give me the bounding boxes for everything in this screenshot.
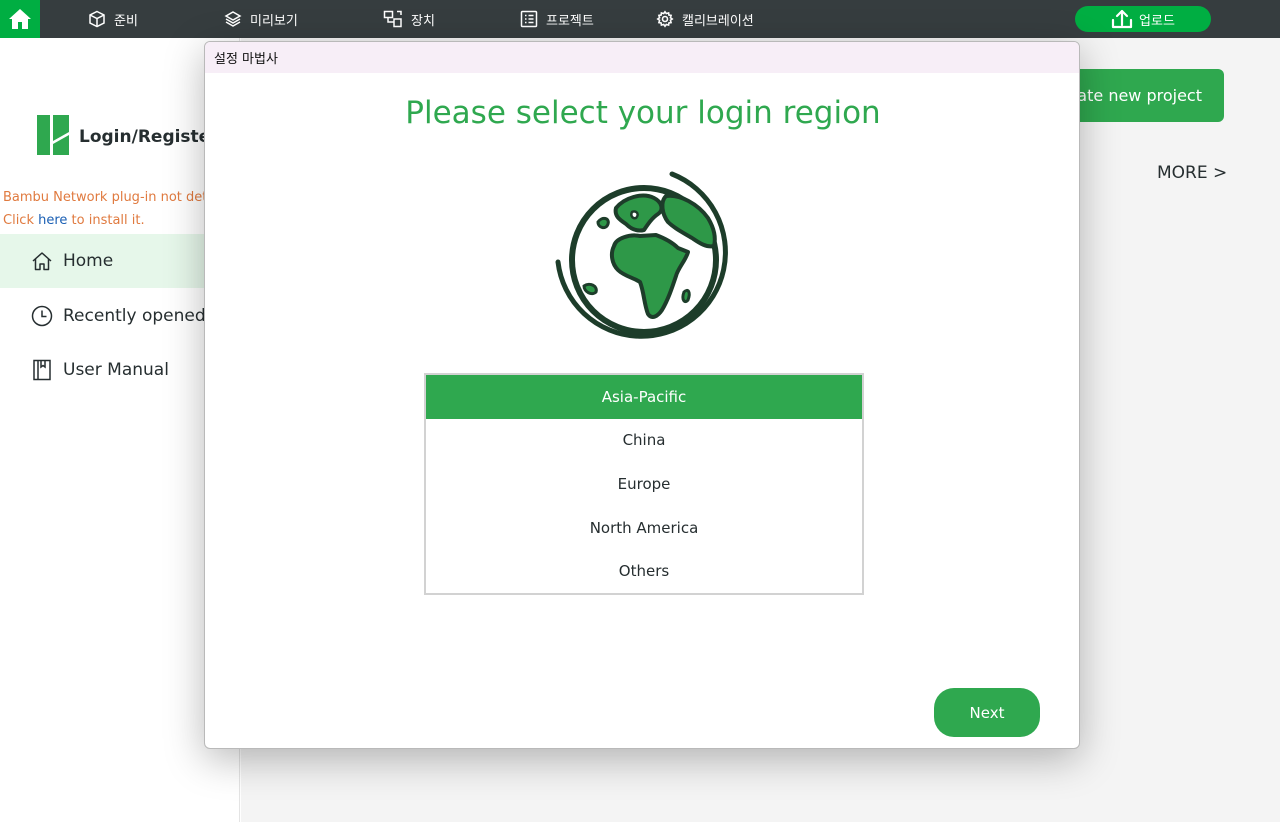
globe-icon — [555, 171, 728, 339]
region-option-label: North America — [589, 518, 699, 537]
tab-project[interactable]: 프로젝트 — [520, 0, 594, 38]
plugin-warning-text: Bambu Network plug-in not detec — [3, 190, 223, 205]
clock-icon — [31, 305, 53, 327]
region-option-china[interactable]: China — [426, 419, 862, 463]
tab-label: 미리보기 — [250, 13, 298, 29]
device-icon — [383, 10, 402, 28]
book-icon — [33, 359, 51, 381]
tab-prepare[interactable]: 준비 — [88, 0, 138, 38]
region-option-europe[interactable]: Europe — [426, 462, 862, 506]
region-option-others[interactable]: Others — [426, 549, 862, 593]
next-button[interactable]: Next — [934, 688, 1040, 737]
plugin-warning-suffix: to install it. — [67, 213, 145, 228]
home-tab-button[interactable] — [0, 0, 40, 38]
home-outline-icon — [32, 252, 52, 271]
tab-label: 캘리브레이션 — [682, 13, 754, 29]
cube-icon — [89, 10, 105, 28]
region-option-asia-pacific[interactable]: Asia-Pacific — [426, 375, 862, 419]
dialog-heading: Please select your login region — [405, 95, 881, 131]
tab-calibration[interactable]: 캘리브레이션 — [656, 0, 754, 38]
install-plugin-link[interactable]: here — [38, 213, 67, 228]
region-option-north-america[interactable]: North America — [426, 506, 862, 550]
plugin-warning-prefix: Click — [3, 213, 39, 228]
sidebar-item-label: Recently opened — [63, 306, 206, 326]
tab-label: 프로젝트 — [546, 13, 594, 29]
top-toolbar: 준비 미리보기 장치 프로젝트 캘리브레이션 업로드 — [0, 0, 1280, 38]
tab-label: 준비 — [114, 13, 138, 29]
setup-wizard-dialog: 설정 마법사 Please select your login region A… — [204, 41, 1080, 749]
region-option-label: Europe — [617, 474, 671, 493]
more-link[interactable]: MORE > — [1157, 163, 1227, 183]
tab-device[interactable]: 장치 — [383, 0, 435, 38]
upload-button[interactable]: 업로드 — [1075, 6, 1211, 32]
dialog-titlebar[interactable]: 설정 마법사 — [205, 42, 1079, 73]
bambu-logo[interactable] — [37, 115, 69, 155]
sidebar-item-label: Home — [63, 251, 114, 271]
upload-label: 업로드 — [1139, 13, 1175, 29]
sidebar-item-label: User Manual — [63, 360, 169, 380]
layers-icon — [224, 11, 242, 27]
next-button-label: Next — [969, 703, 1005, 722]
region-option-label: China — [622, 431, 666, 450]
upload-icon — [1111, 9, 1133, 29]
home-icon — [9, 9, 31, 29]
gear-icon — [656, 10, 674, 28]
login-register-link[interactable]: Login/Register — [79, 127, 219, 147]
plugin-warning: Bambu Network plug-in not detec Click he… — [3, 186, 223, 232]
region-list[interactable]: Asia-Pacific China Europe North America … — [424, 373, 864, 595]
list-icon — [520, 10, 538, 28]
dialog-title: 설정 마법사 — [214, 52, 278, 67]
region-option-label: Asia-Pacific — [601, 387, 687, 406]
tab-preview[interactable]: 미리보기 — [224, 0, 298, 38]
tab-label: 장치 — [411, 13, 435, 29]
region-option-label: Others — [618, 562, 670, 581]
